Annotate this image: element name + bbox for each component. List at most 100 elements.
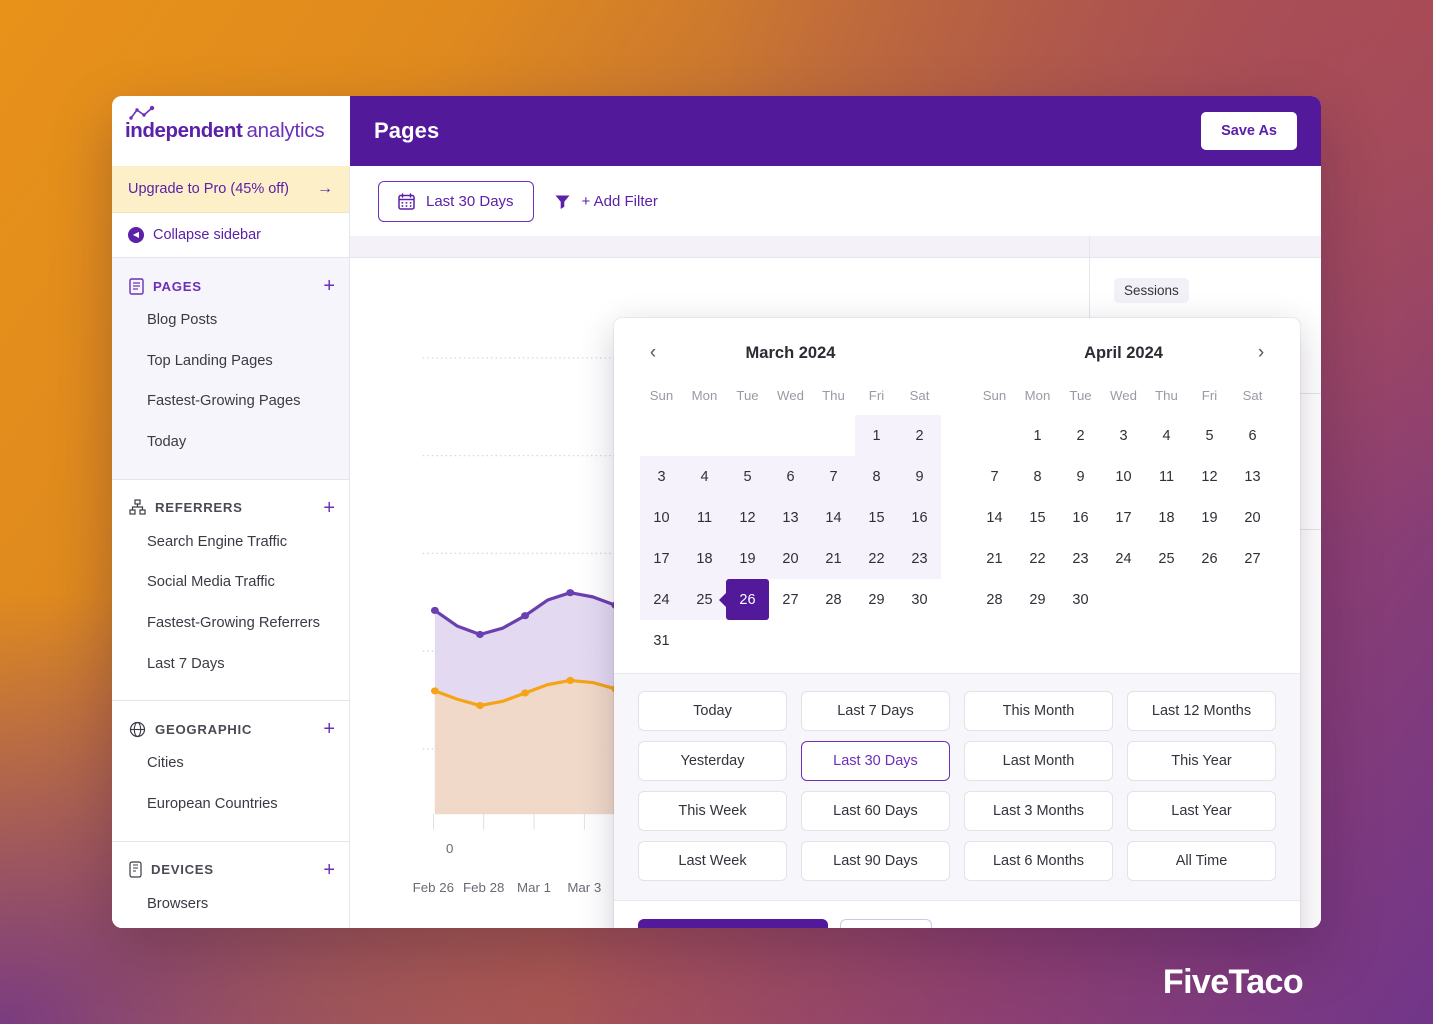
calendar-day[interactable]: 10 [640,497,683,538]
preset-last-60-days[interactable]: Last 60 Days [801,791,950,831]
calendar-day[interactable]: 31 [640,620,683,661]
preset-this-week[interactable]: This Week [638,791,787,831]
sidebar-item-european-countries[interactable]: European Countries [112,784,349,825]
calendar-day[interactable]: 29 [855,579,898,620]
calendar-day[interactable]: 28 [812,579,855,620]
calendar-day[interactable]: 2 [1059,415,1102,456]
calendar-day[interactable]: 30 [1059,579,1102,620]
sidebar-item-last-7-days[interactable]: Last 7 Days [112,644,349,685]
calendar-day[interactable]: 12 [726,497,769,538]
calendar-day[interactable]: 1 [855,415,898,456]
calendar-day[interactable]: 24 [1102,538,1145,579]
preset-this-month[interactable]: This Month [964,691,1113,731]
sidebar-item-today[interactable]: Today [112,422,349,463]
preset-last-3-months[interactable]: Last 3 Months [964,791,1113,831]
calendar-day[interactable]: 19 [726,538,769,579]
preset-last-90-days[interactable]: Last 90 Days [801,841,950,881]
calendar-day[interactable]: 22 [1016,538,1059,579]
calendar-day[interactable]: 17 [1102,497,1145,538]
data-point[interactable] [430,606,439,615]
calendar-day[interactable]: 14 [973,497,1016,538]
calendar-day[interactable]: 20 [769,538,812,579]
calendar-day[interactable]: 29 [1016,579,1059,620]
calendar-day[interactable]: 11 [1145,456,1188,497]
calendar-day[interactable]: 24 [640,579,683,620]
calendar-day[interactable]: 16 [898,497,941,538]
calendar-day[interactable]: 3 [640,456,683,497]
next-month-button[interactable]: › [1248,342,1274,364]
calendar-day[interactable]: 23 [1059,538,1102,579]
calendar-day[interactable]: 18 [683,538,726,579]
preset-last-7-days[interactable]: Last 7 Days [801,691,950,731]
calendar-day[interactable]: 15 [855,497,898,538]
add-pages-icon[interactable]: + [323,276,335,296]
preset-all-time[interactable]: All Time [1127,841,1276,881]
sidebar-group-header-geographic[interactable]: GEOGRAPHIC + [112,715,349,743]
calendar-day[interactable]: 4 [683,456,726,497]
calendar-day[interactable]: 4 [1145,415,1188,456]
data-point[interactable] [521,689,530,697]
calendar-day[interactable]: 3 [1102,415,1145,456]
sidebar-item-fastest-growing-pages[interactable]: Fastest-Growing Pages [112,381,349,422]
calendar-day[interactable]: 16 [1059,497,1102,538]
upgrade-to-pro-banner[interactable]: Upgrade to Pro (45% off) → [112,166,349,213]
sidebar-item-top-landing-pages[interactable]: Top Landing Pages [112,341,349,382]
add-geographic-icon[interactable]: + [323,719,335,739]
calendar-day[interactable]: 5 [1188,415,1231,456]
calendar-day[interactable]: 7 [973,456,1016,497]
calendar-day[interactable]: 13 [769,497,812,538]
sidebar-item-os[interactable]: OS [112,924,349,928]
calendar-day[interactable]: 10 [1102,456,1145,497]
date-range-button[interactable]: Last 30 Days [378,180,534,222]
save-as-button[interactable]: Save As [1201,112,1297,150]
calendar-day[interactable]: 7 [812,456,855,497]
data-point[interactable] [566,589,575,597]
calendar-day[interactable]: 6 [1231,415,1274,456]
calendar-day-selected[interactable]: 26 [726,579,769,620]
calendar-day[interactable]: 27 [1231,538,1274,579]
preset-last-week[interactable]: Last Week [638,841,787,881]
calendar-day[interactable]: 15 [1016,497,1059,538]
sidebar-item-blog-posts[interactable]: Blog Posts [112,300,349,341]
data-point[interactable] [566,676,575,685]
calendar-day[interactable]: 8 [1016,456,1059,497]
calendar-day[interactable]: 21 [812,538,855,579]
calendar-day[interactable]: 12 [1188,456,1231,497]
calendar-day[interactable]: 5 [726,456,769,497]
calendar-day[interactable]: 9 [898,456,941,497]
data-point[interactable] [521,612,530,620]
calendar-day[interactable]: 20 [1231,497,1274,538]
sidebar-group-header-devices[interactable]: DEVICES + [112,856,349,884]
sidebar-group-header-pages[interactable]: PAGES + [112,272,349,300]
calendar-day[interactable]: 19 [1188,497,1231,538]
calendar-day[interactable]: 9 [1059,456,1102,497]
calendar-day[interactable]: 6 [769,456,812,497]
preset-last-12-months[interactable]: Last 12 Months [1127,691,1276,731]
sidebar-item-search-engine-traffic[interactable]: Search Engine Traffic [112,522,349,563]
brand-logo[interactable]: independent analytics [125,106,325,143]
sidebar-item-fastest-growing-referrers[interactable]: Fastest-Growing Referrers [112,603,349,644]
collapse-sidebar-button[interactable]: ◀ Collapse sidebar [112,213,349,258]
preset-last-month[interactable]: Last Month [964,741,1113,781]
calendar-day[interactable]: 14 [812,497,855,538]
calendar-day[interactable]: 8 [855,456,898,497]
calendar-day[interactable]: 17 [640,538,683,579]
data-point[interactable] [476,630,484,639]
calendar-day[interactable]: 21 [973,538,1016,579]
prev-month-button[interactable]: ‹ [640,342,666,364]
data-point[interactable] [476,701,484,710]
add-referrers-icon[interactable]: + [323,498,335,518]
calendar-day[interactable]: 25 [1145,538,1188,579]
calendar-day[interactable]: 11 [683,497,726,538]
preset-last-year[interactable]: Last Year [1127,791,1276,831]
preset-this-year[interactable]: This Year [1127,741,1276,781]
calendar-day[interactable]: 23 [898,538,941,579]
cancel-button[interactable]: Cancel [840,919,933,928]
preset-last-6-months[interactable]: Last 6 Months [964,841,1113,881]
calendar-day[interactable]: 28 [973,579,1016,620]
sidebar-item-browsers[interactable]: Browsers [112,884,349,925]
sidebar-item-cities[interactable]: Cities [112,743,349,784]
add-devices-icon[interactable]: + [323,860,335,880]
calendar-day[interactable]: 2 [898,415,941,456]
calendar-day[interactable]: 22 [855,538,898,579]
